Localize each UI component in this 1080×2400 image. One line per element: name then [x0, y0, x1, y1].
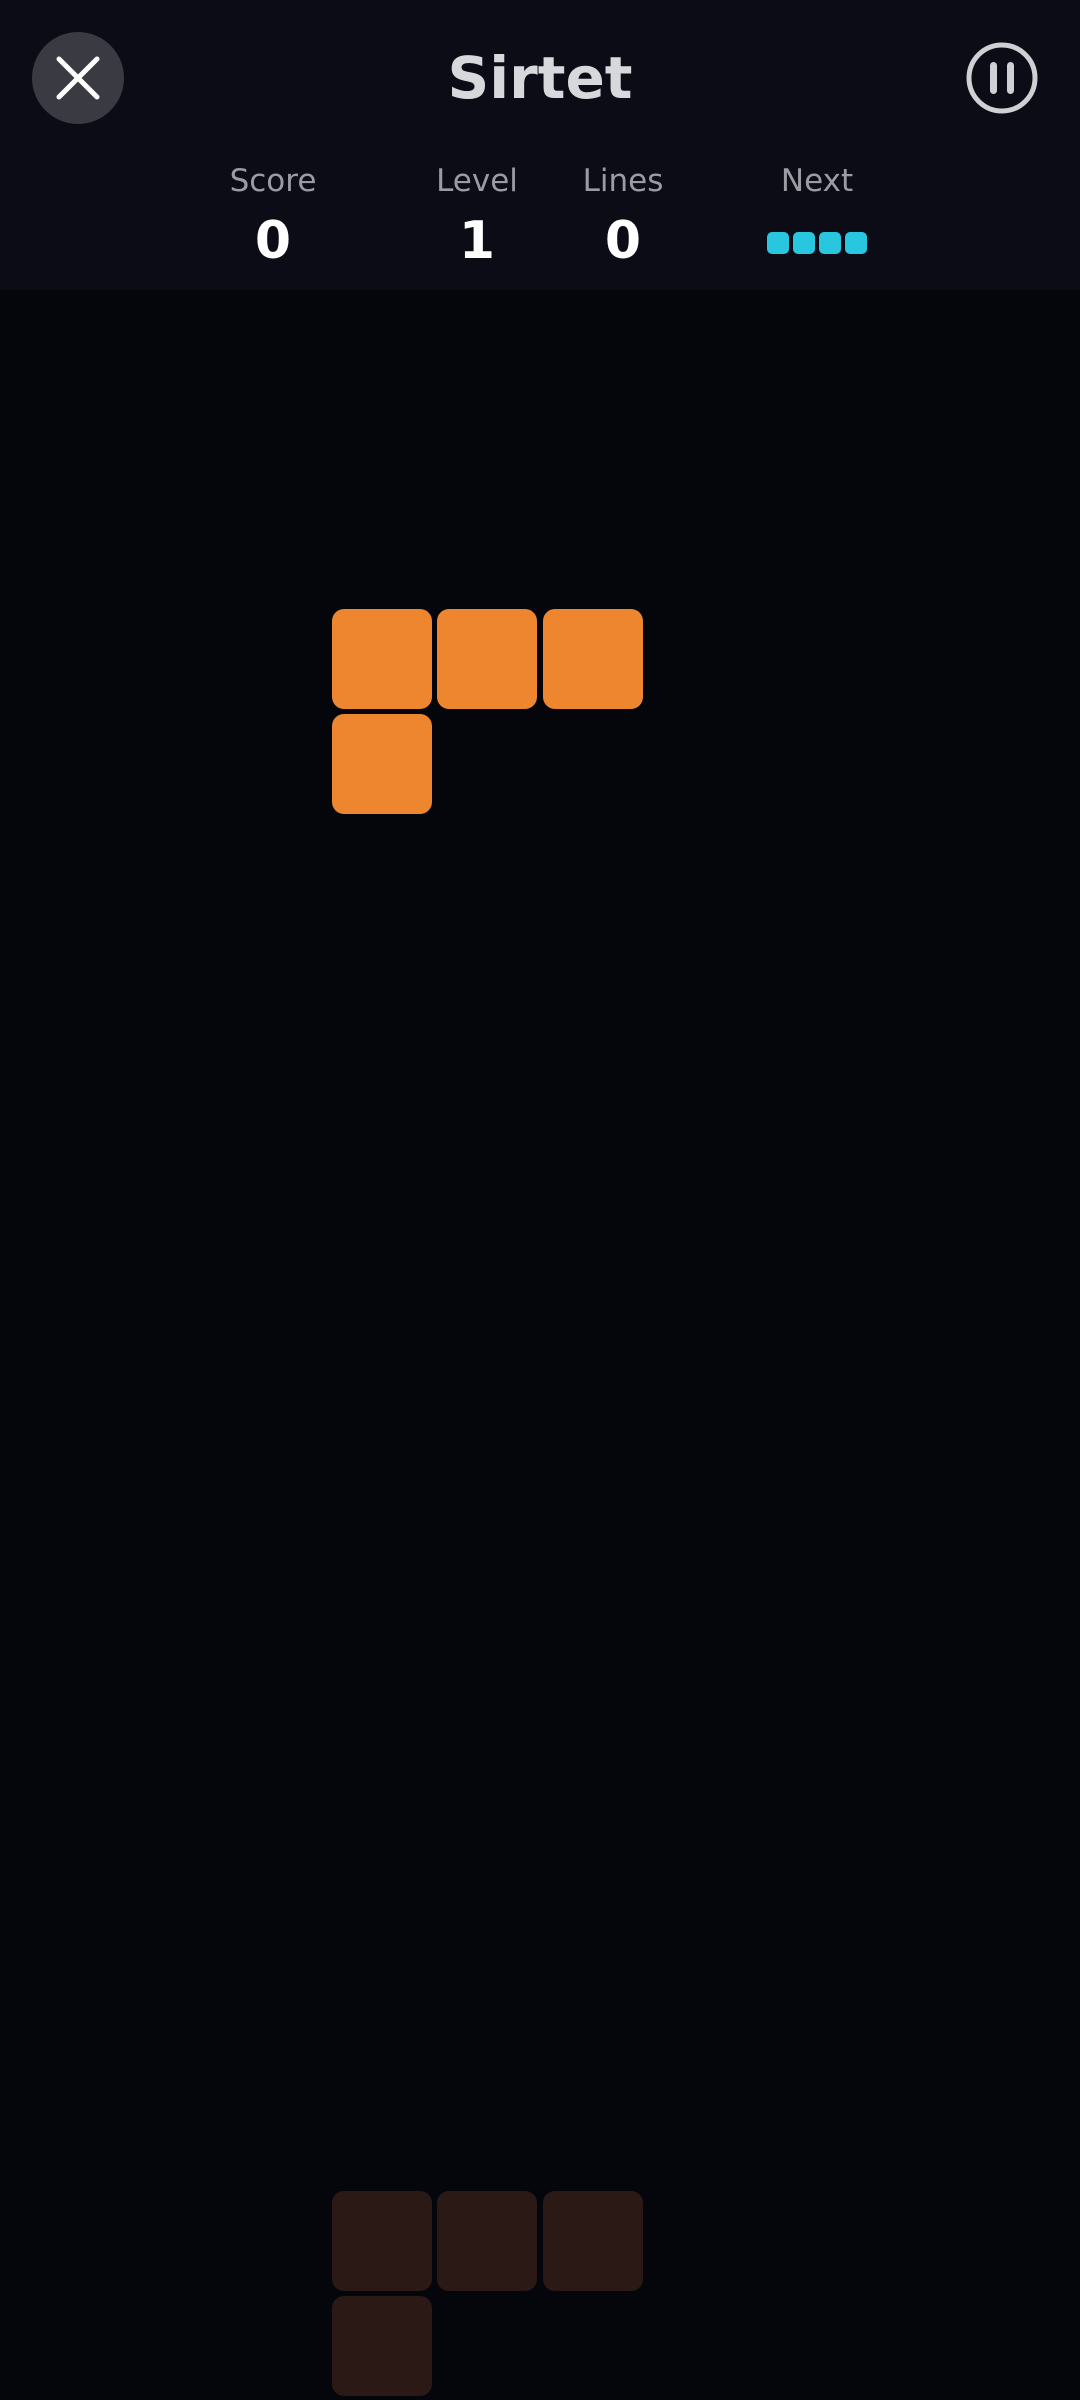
lines-stat: Lines 0: [563, 158, 683, 276]
next-piece-cell: [793, 232, 815, 254]
game-board[interactable]: [0, 290, 1080, 2400]
next-piece-preview: [757, 232, 877, 254]
ghost-piece-cell: [332, 2191, 432, 2291]
ghost-piece-cell: [543, 2191, 643, 2291]
next-piece-cell: [845, 232, 867, 254]
score-label: Score: [229, 163, 317, 199]
game-screen: Sirtet Score 0 Level 1 Lines 0 Next: [0, 0, 1080, 2400]
next-stat: Next: [757, 158, 877, 254]
level-label: Level: [436, 163, 518, 199]
active-piece-cell: [543, 609, 643, 709]
game-header: Sirtet Score 0 Level 1 Lines 0 Next: [0, 0, 1080, 290]
pause-icon: [966, 42, 1038, 114]
active-piece-cell: [332, 714, 432, 814]
next-label: Next: [780, 163, 854, 199]
next-piece-cell: [819, 232, 841, 254]
active-piece-cell: [437, 609, 537, 709]
ghost-piece-cell: [437, 2191, 537, 2291]
score-stat: Score 0: [213, 158, 333, 276]
score-value: 0: [254, 211, 292, 271]
level-value: 1: [458, 211, 496, 271]
pause-button[interactable]: [964, 40, 1040, 116]
level-stat: Level 1: [417, 158, 537, 276]
active-piece-cell: [332, 609, 432, 709]
next-piece-cell: [767, 232, 789, 254]
lines-value: 0: [604, 211, 642, 271]
game-title: Sirtet: [447, 44, 633, 112]
lines-label: Lines: [582, 163, 664, 199]
ghost-piece-cell: [332, 2296, 432, 2396]
